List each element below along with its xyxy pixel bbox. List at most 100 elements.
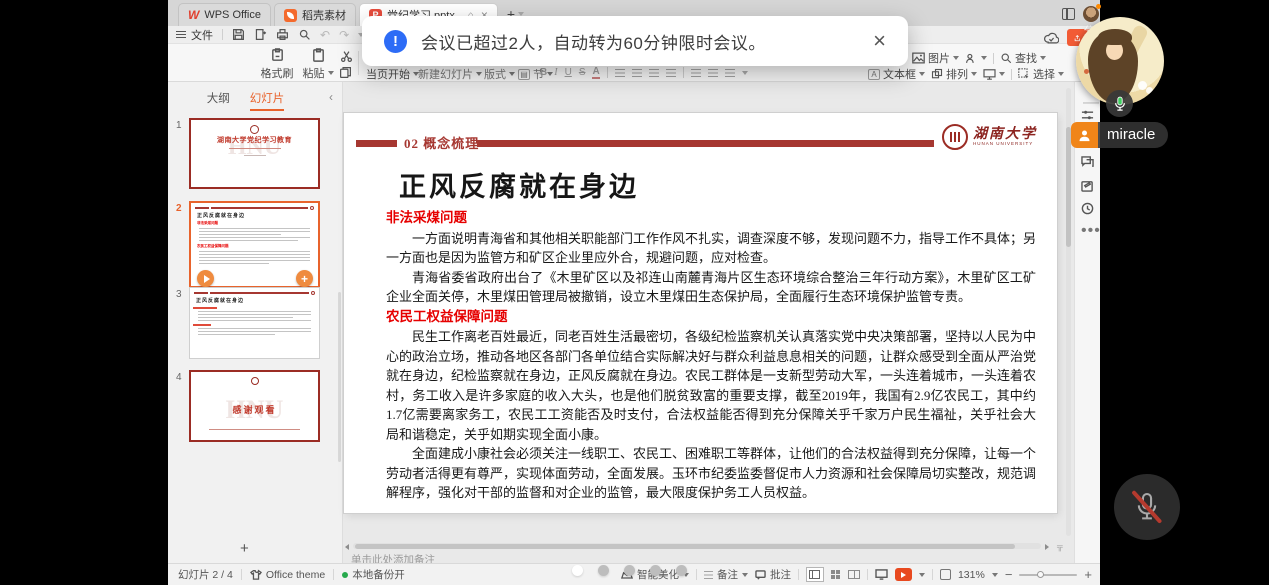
panel-scrollbar[interactable] bbox=[338, 292, 342, 462]
print-preview-icon[interactable] bbox=[298, 28, 311, 41]
undo-icon[interactable]: ↶ bbox=[320, 28, 330, 42]
play-icon bbox=[204, 275, 210, 283]
zoom-slider-knob[interactable] bbox=[1037, 571, 1044, 578]
docer-icon bbox=[284, 9, 297, 22]
slide-number: 2 bbox=[176, 203, 182, 214]
play-slide-button[interactable] bbox=[197, 270, 214, 287]
find-button[interactable]: 查找 bbox=[1000, 50, 1046, 66]
zoom-level[interactable]: 131% bbox=[958, 569, 985, 581]
paste-label: 粘贴 bbox=[303, 65, 325, 81]
normal-view-button[interactable] bbox=[806, 567, 824, 582]
backup-status[interactable]: 本地备份开 bbox=[342, 567, 405, 582]
file-menu[interactable]: 文件 bbox=[176, 27, 213, 43]
zoom-in-button[interactable]: + bbox=[1084, 567, 1092, 582]
line-spacing-icon[interactable] bbox=[725, 69, 735, 77]
chevron-down-icon[interactable] bbox=[992, 573, 998, 577]
align-center-icon[interactable] bbox=[632, 69, 642, 77]
theme-label: Office theme bbox=[266, 569, 325, 581]
export-icon[interactable] bbox=[254, 28, 267, 41]
collapse-panel-icon[interactable]: ‹ bbox=[329, 90, 333, 104]
participant-name-pill[interactable]: miracle bbox=[1071, 122, 1168, 148]
slideshow-play-button[interactable] bbox=[895, 568, 912, 581]
tab-outline[interactable]: 大纲 bbox=[207, 90, 230, 111]
edit-history-icon[interactable] bbox=[1081, 180, 1094, 192]
bullet-list-icon[interactable] bbox=[691, 69, 701, 77]
task-pane-toggle-icon[interactable] bbox=[1062, 8, 1075, 20]
print-icon[interactable] bbox=[276, 28, 289, 41]
redo-icon[interactable]: ↷ bbox=[339, 28, 349, 42]
new-slide-plus-button[interactable]: + bbox=[240, 540, 249, 557]
participant-mic-button[interactable] bbox=[1106, 90, 1133, 117]
paste-button[interactable]: 粘贴 bbox=[298, 48, 338, 81]
tab-label: 稻壳素材 bbox=[302, 7, 346, 23]
copy-icon[interactable] bbox=[339, 66, 352, 79]
slide-sorter-view-button[interactable] bbox=[831, 570, 841, 580]
strikethrough-button[interactable]: S bbox=[579, 67, 586, 78]
zoom-out-button[interactable]: − bbox=[1005, 567, 1013, 582]
logo-cn-text: 湖南大学 bbox=[973, 127, 1037, 142]
fit-to-window-icon[interactable] bbox=[940, 569, 951, 580]
insert-picture-button[interactable]: 图片 bbox=[912, 50, 959, 66]
play-icon bbox=[901, 572, 906, 578]
close-banner-icon[interactable]: × bbox=[873, 30, 886, 52]
align-left-icon[interactable] bbox=[615, 69, 625, 77]
horizontal-scrollbar-thumb[interactable] bbox=[355, 544, 1015, 549]
select-button[interactable]: 选择 bbox=[1018, 66, 1064, 82]
scroll-right-icon[interactable] bbox=[1045, 544, 1049, 550]
bold-button[interactable]: B bbox=[540, 67, 547, 78]
font-color-button[interactable]: A bbox=[592, 66, 599, 79]
add-slide-button[interactable]: + bbox=[296, 270, 313, 287]
slideshow-settings-icon[interactable] bbox=[875, 569, 888, 580]
properties-sliders-icon[interactable] bbox=[1081, 109, 1094, 121]
comments-label: 批注 bbox=[770, 567, 791, 582]
info-icon: ! bbox=[384, 30, 407, 53]
university-seal-icon bbox=[251, 377, 259, 385]
reading-view-button[interactable] bbox=[848, 570, 860, 579]
scroll-left-icon[interactable] bbox=[345, 544, 349, 550]
editing-canvas[interactable]: 02 概念梳理 湖南大学 HUNAN UNIVERSITY 正风反腐就在身边 非… bbox=[343, 82, 1074, 563]
slide-counter: 幻灯片 2 / 4 bbox=[178, 567, 233, 582]
number-list-icon[interactable] bbox=[708, 69, 718, 77]
dot-active[interactable] bbox=[572, 565, 583, 576]
dot[interactable] bbox=[676, 565, 687, 576]
comments-button[interactable]: 批注 bbox=[755, 567, 791, 582]
dot[interactable] bbox=[650, 565, 661, 576]
new-slide-button[interactable]: 新建幻灯片 bbox=[418, 66, 482, 82]
theme-button[interactable]: Office theme bbox=[250, 569, 325, 581]
slideshow-device-button[interactable] bbox=[983, 69, 1005, 80]
more-tools-icon[interactable]: ••• bbox=[1081, 222, 1101, 240]
asset-library-button[interactable] bbox=[965, 52, 987, 64]
divider bbox=[683, 67, 684, 78]
arrange-button[interactable]: 排列 bbox=[931, 66, 977, 82]
slide-editing-surface[interactable]: 02 概念梳理 湖南大学 HUNAN UNIVERSITY 正风反腐就在身边 非… bbox=[344, 113, 1057, 513]
mute-microphone-button[interactable] bbox=[1114, 474, 1180, 540]
align-justify-icon[interactable] bbox=[666, 69, 676, 77]
slide-thumbnail-3[interactable]: 正风反腐就在身边 bbox=[189, 287, 320, 359]
microphone-active-icon bbox=[1113, 96, 1127, 112]
underline-button[interactable]: U bbox=[565, 67, 572, 78]
cut-icon[interactable] bbox=[340, 50, 353, 63]
divider bbox=[333, 569, 334, 580]
chevron-down-icon[interactable] bbox=[919, 573, 925, 577]
tab-wps-home[interactable]: W WPS Office bbox=[178, 3, 271, 26]
comments-panel-icon[interactable] bbox=[1081, 156, 1094, 168]
save-icon[interactable] bbox=[232, 28, 245, 41]
notes-splitter-handle[interactable]: ╦ bbox=[1057, 542, 1065, 550]
italic-button[interactable]: I bbox=[554, 67, 557, 78]
layout-button[interactable]: 版式 bbox=[484, 66, 515, 82]
cloud-sync-icon[interactable] bbox=[1044, 32, 1059, 44]
slide-thumbnail-4[interactable]: HNU 感谢观看 bbox=[189, 370, 320, 442]
tab-slides[interactable]: 幻灯片 bbox=[250, 90, 285, 111]
align-right-icon[interactable] bbox=[649, 69, 659, 77]
dot[interactable] bbox=[624, 565, 635, 576]
format-painter-button[interactable]: 格式刷 bbox=[256, 48, 298, 81]
zoom-slider[interactable] bbox=[1019, 574, 1077, 576]
clock-history-icon[interactable] bbox=[1081, 202, 1094, 215]
tab-docer[interactable]: 稻壳素材 bbox=[274, 3, 356, 26]
start-from-page-button[interactable]: 当页开始 bbox=[366, 66, 419, 82]
textbox-button[interactable]: A 文本框 bbox=[868, 66, 925, 82]
dot[interactable] bbox=[598, 565, 609, 576]
slide-thumbnail-1[interactable]: HNU 湖南大学党纪学习教育 bbox=[189, 118, 320, 189]
account-avatar[interactable] bbox=[1083, 6, 1099, 22]
notes-button[interactable]: 备注 bbox=[704, 567, 748, 582]
